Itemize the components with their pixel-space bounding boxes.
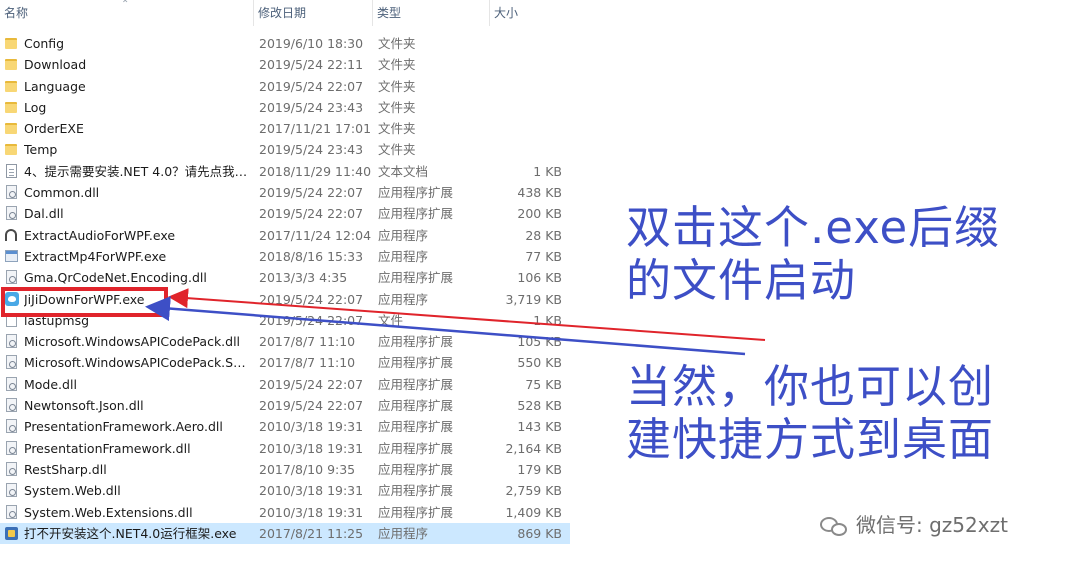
caption-shortcut-line2: 建快捷方式到桌面 [626,413,995,466]
watermark-text: 微信号: gz52xzt [856,513,1008,537]
caption-double-click: 双击这个.exe后缀 的文件启动 [626,201,1076,307]
caption-shortcut: 当然，你也可以创 建快捷方式到桌面 [626,360,1076,466]
wechat-icon [820,515,850,539]
caption-double-click-line2: 的文件启动 [626,254,857,307]
watermark: 微信号: gz52xzt [820,511,1008,539]
caption-shortcut-line1: 当然，你也可以创 [626,360,995,413]
caption-double-click-line1: 双击这个.exe后缀 [626,201,1001,254]
blue-arrow [145,296,746,356]
